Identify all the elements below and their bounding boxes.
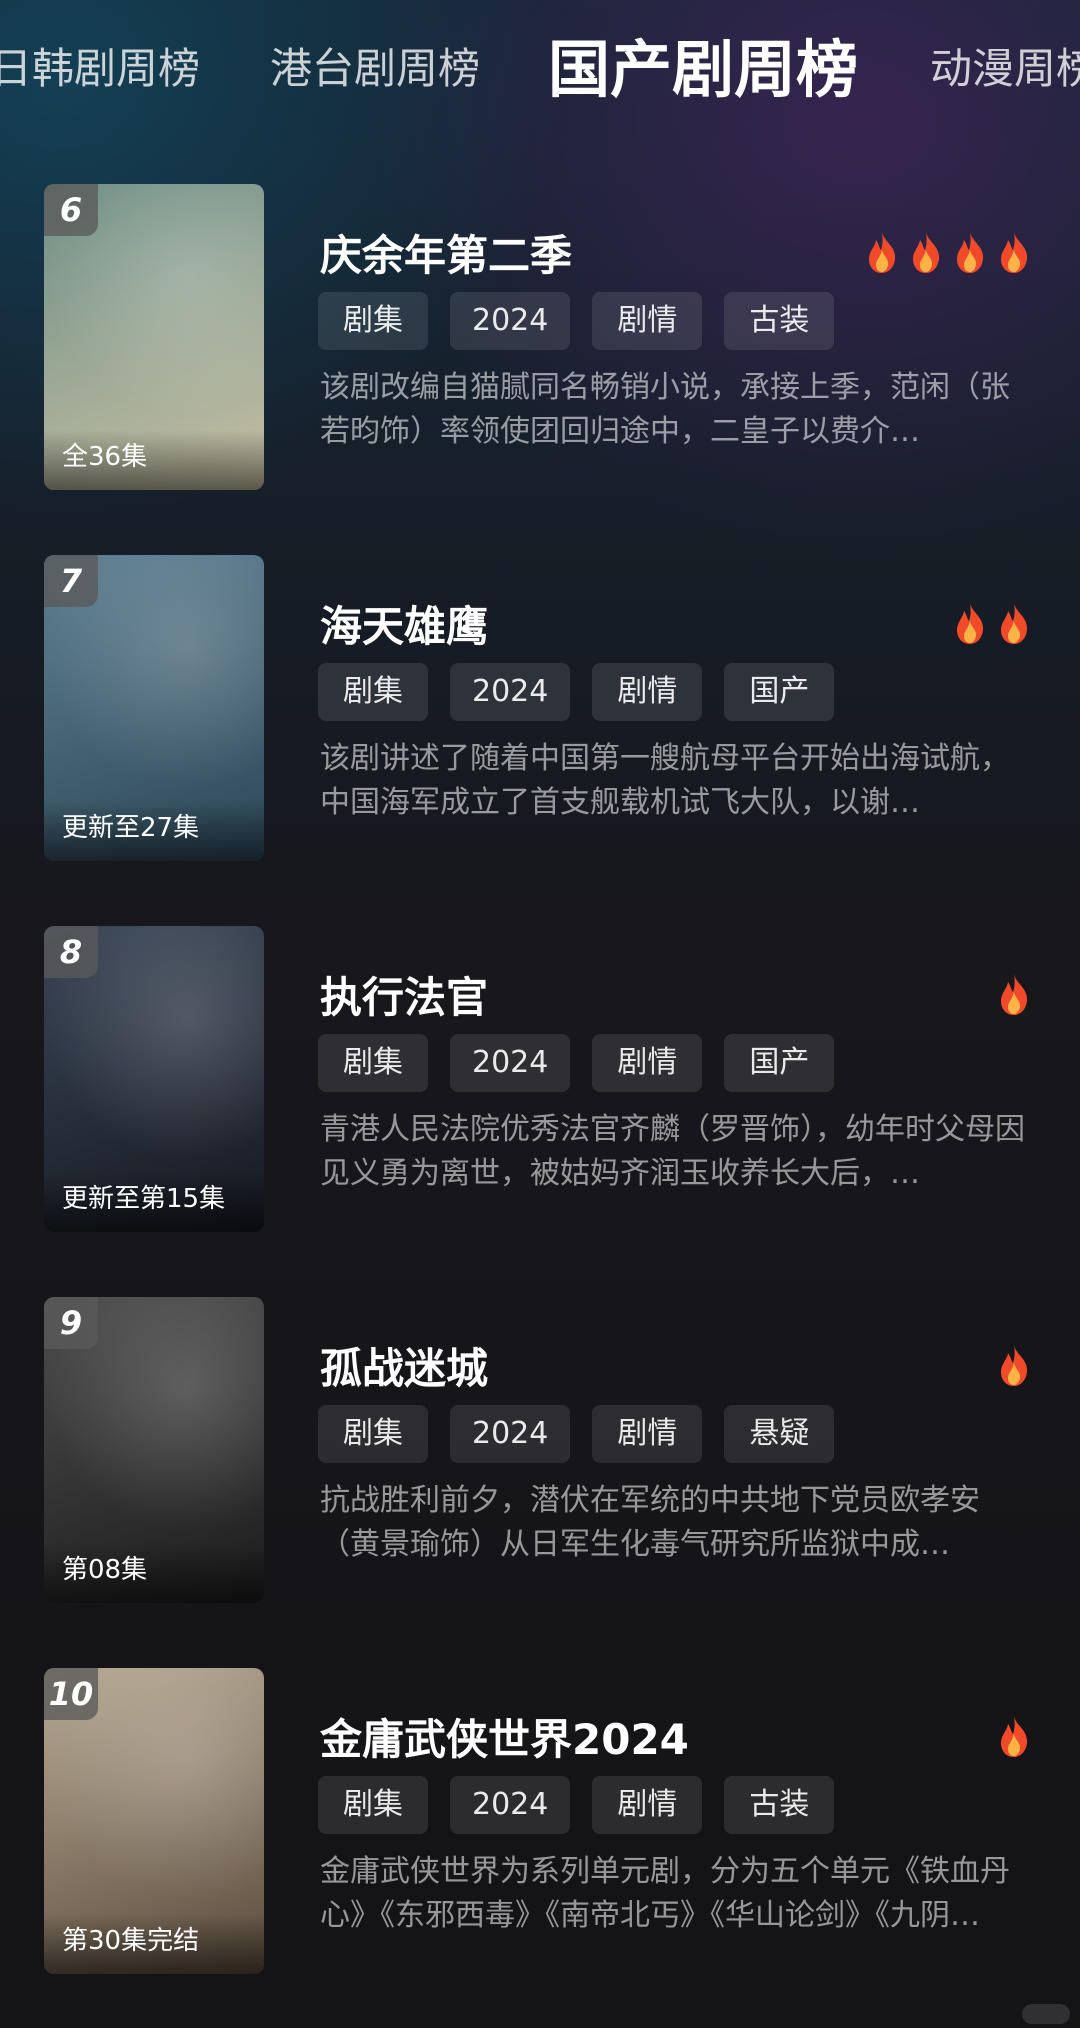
flame-icon: [1001, 603, 1028, 644]
show-title[interactable]: 金庸武侠世界2024: [320, 1712, 689, 1768]
tag-list: 剧集 2024 剧情 国产: [318, 1034, 835, 1092]
rank-badge: 6: [44, 184, 98, 236]
flame-icon: [1001, 232, 1028, 273]
tag-chip[interactable]: 2024: [450, 663, 571, 721]
flame-icon: [957, 232, 984, 273]
show-title[interactable]: 执行法官: [320, 970, 488, 1026]
tab-2[interactable]: 港台剧周榜: [270, 36, 480, 102]
tag-chip[interactable]: 国产: [724, 663, 835, 721]
tag-list: 剧集 2024 剧情 国产: [318, 663, 835, 721]
ranking-item[interactable]: 8 更新至第15集 执行法官剧集 2024 剧情 国产青港人民法院优秀法官齐麟（罗晋饰），…: [0, 926, 1080, 1236]
tag-chip[interactable]: 剧情: [592, 292, 703, 350]
show-title[interactable]: 孤战迷城: [320, 1341, 488, 1397]
rank-badge: 10: [44, 1668, 98, 1720]
tag-chip[interactable]: 古装: [724, 1776, 835, 1834]
tag-chip[interactable]: 剧情: [592, 1405, 703, 1463]
heat-rating: [998, 1343, 1030, 1391]
watermark-badge: [1022, 2004, 1070, 2024]
tag-chip[interactable]: 剧情: [592, 1776, 703, 1834]
tag-chip[interactable]: 国产: [724, 1034, 835, 1092]
flame-icon: [1001, 974, 1028, 1015]
rank-badge: 7: [44, 555, 98, 607]
show-description: 该剧改编自猫腻同名畅销小说，承接上季，范闲（张若昀饰）率领使团回归途中，二皇子以…: [320, 370, 1010, 449]
tab-4[interactable]: 动漫周榜: [930, 36, 1080, 102]
flame-icon: [913, 232, 940, 273]
poster-thumbnail[interactable]: 6 全36集: [44, 184, 264, 490]
tag-chip[interactable]: 2024: [450, 1405, 571, 1463]
heat-rating: [866, 230, 1030, 278]
poster-thumbnail[interactable]: 8 更新至第15集: [44, 926, 264, 1232]
flame-icon: [1001, 1716, 1028, 1757]
heat-rating: [998, 1714, 1030, 1762]
tag-chip[interactable]: 剧情: [592, 1034, 703, 1092]
heat-rating: [954, 601, 1030, 649]
flame-icon: [869, 232, 896, 273]
show-description: 青港人民法院优秀法官齐麟（罗晋饰），幼年时父母因见义勇为离世，被姑妈齐润玉收养长…: [320, 1112, 1025, 1191]
tab-3[interactable]: 国产剧周榜: [548, 30, 858, 110]
tag-chip[interactable]: 剧集: [318, 663, 428, 721]
episode-status: 第30集完结: [44, 1914, 264, 1974]
category-tab-bar: 日韩剧周榜 港台剧周榜 国产剧周榜 动漫周榜: [0, 0, 1080, 140]
ranking-item[interactable]: 10 第30集完结 金庸武侠世界2024 剧集 2024 剧情 古装金庸武侠世界为系列单元剧…: [0, 1668, 1080, 1978]
tag-chip[interactable]: 古装: [724, 292, 835, 350]
rank-badge: 8: [44, 926, 98, 978]
tag-chip[interactable]: 剧集: [318, 1034, 428, 1092]
episode-status: 全36集: [44, 430, 264, 490]
flame-icon: [1001, 1345, 1028, 1386]
tag-chip[interactable]: 悬疑: [724, 1405, 835, 1463]
tag-chip[interactable]: 2024: [450, 1776, 571, 1834]
rank-badge: 9: [44, 1297, 98, 1349]
show-description: 抗战胜利前夕，潜伏在军统的中共地下党员欧孝安（黄景瑜饰）从日军生化毒气研究所监狱…: [320, 1483, 980, 1562]
show-title[interactable]: 海天雄鹰: [320, 599, 488, 655]
heat-rating: [998, 972, 1030, 1020]
tag-chip[interactable]: 剧集: [318, 1405, 428, 1463]
poster-thumbnail[interactable]: 7 更新至27集: [44, 555, 264, 861]
tag-chip[interactable]: 剧情: [592, 663, 703, 721]
flame-icon: [957, 603, 984, 644]
episode-status: 更新至第15集: [44, 1172, 264, 1232]
show-title[interactable]: 庆余年第二季: [320, 228, 572, 284]
tab-1[interactable]: 日韩剧周榜: [0, 36, 200, 102]
episode-status: 第08集: [44, 1543, 264, 1603]
tag-chip[interactable]: 2024: [450, 292, 571, 350]
tag-list: 剧集 2024 剧情 古装: [318, 292, 835, 350]
ranking-item[interactable]: 6 全36集 庆余年第二季 剧集 2024 剧情 古装该剧改编自猫腻同名畅销小说，承接上季，…: [0, 184, 1080, 494]
tag-chip[interactable]: 剧集: [318, 292, 428, 350]
tag-chip[interactable]: 2024: [450, 1034, 571, 1092]
show-description: 金庸武侠世界为系列单元剧，分为五个单元《铁血丹心》《东邪西毒》《南帝北丐》《华山…: [320, 1854, 1010, 1933]
poster-thumbnail[interactable]: 9 第08集: [44, 1297, 264, 1603]
ranking-item[interactable]: 7 更新至27集 海天雄鹰剧集 2024 剧情 国产该剧讲述了随着中国第一艘航母平台开始出…: [0, 555, 1080, 865]
tag-list: 剧集 2024 剧情 古装: [318, 1776, 835, 1834]
episode-status: 更新至27集: [44, 801, 264, 861]
show-description: 该剧讲述了随着中国第一艘航母平台开始出海试航，中国海军成立了首支舰载机试飞大队，…: [320, 741, 1010, 820]
tag-list: 剧集 2024 剧情 悬疑: [318, 1405, 835, 1463]
ranking-item[interactable]: 9 第08集 孤战迷城剧集 2024 剧情 悬疑抗战胜利前夕，潜伏在军统的中共地下党员欧孝…: [0, 1297, 1080, 1607]
poster-thumbnail[interactable]: 10 第30集完结: [44, 1668, 264, 1974]
tag-chip[interactable]: 剧集: [318, 1776, 428, 1834]
